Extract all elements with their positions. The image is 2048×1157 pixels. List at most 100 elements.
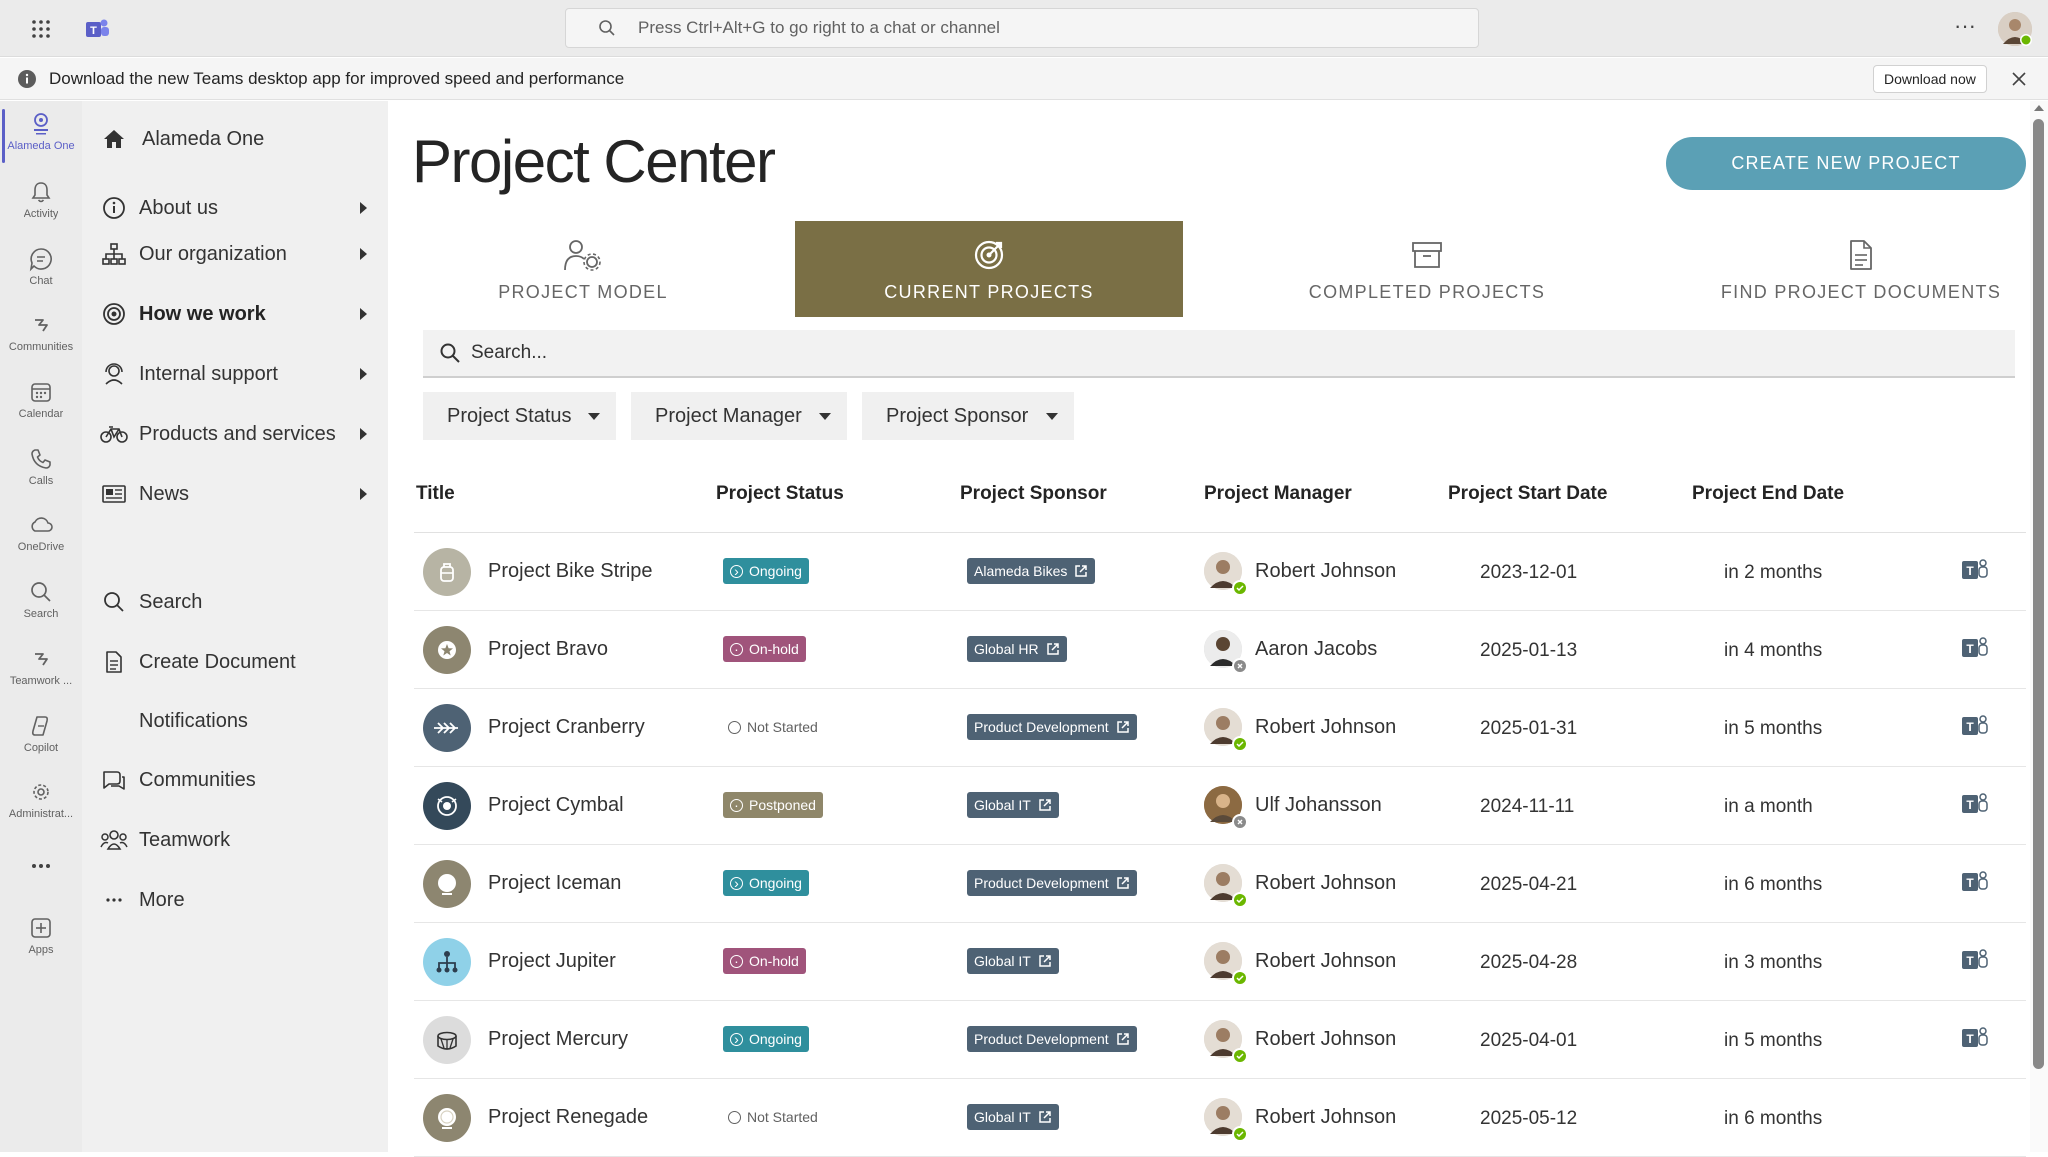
table-row[interactable]: Project Bike Stripe › Ongoing Alameda Bik… xyxy=(414,533,2026,611)
project-title[interactable]: Project Cranberry xyxy=(488,716,645,739)
scroll-up-arrow-icon[interactable] xyxy=(2034,105,2044,111)
user-avatar[interactable] xyxy=(1998,12,2032,46)
download-now-button[interactable]: Download now xyxy=(1873,65,1987,93)
rail-item-search[interactable]: Search xyxy=(0,575,82,639)
column-project-sponsor[interactable]: Project Sponsor xyxy=(960,483,1107,505)
rail-item-onedrive[interactable]: OneDrive xyxy=(0,508,82,572)
nav-item-create-document[interactable]: Create Document xyxy=(82,639,388,685)
column-title[interactable]: Title xyxy=(416,483,455,505)
sponsor-link[interactable]: Product Development xyxy=(967,1026,1137,1052)
page-scrollbar[interactable] xyxy=(2030,101,2048,1152)
close-icon[interactable] xyxy=(2008,68,2030,90)
rail-item-more[interactable] xyxy=(0,849,82,913)
filter-project-status[interactable]: Project Status xyxy=(423,392,616,440)
project-title[interactable]: Project Iceman xyxy=(488,872,621,895)
rail-label: Communities xyxy=(8,341,74,353)
nav-item-communities[interactable]: Communities xyxy=(82,757,388,803)
teams-channel-icon[interactable]: T xyxy=(1960,1025,1990,1053)
table-row[interactable]: Project Cranberry Not Started Product De… xyxy=(414,689,2026,767)
manager-name[interactable]: Robert Johnson xyxy=(1255,872,1396,895)
app-launcher-icon[interactable] xyxy=(28,16,54,42)
project-title[interactable]: Project Bike Stripe xyxy=(488,560,653,583)
table-row[interactable]: Project Renegade Not Started Global IT R… xyxy=(414,1079,2026,1157)
avatar[interactable] xyxy=(1204,864,1248,908)
manager-name[interactable]: Ulf Johansson xyxy=(1255,794,1382,817)
avatar[interactable] xyxy=(1204,942,1248,986)
project-title[interactable]: Project Mercury xyxy=(488,1028,628,1051)
manager-name[interactable]: Robert Johnson xyxy=(1255,950,1396,973)
nav-item-our-organization[interactable]: Our organization xyxy=(82,231,388,277)
rail-item-teamwork[interactable]: Teamwork ... xyxy=(0,642,82,706)
more-options-icon[interactable]: ··· xyxy=(1950,15,1980,40)
avatar[interactable] xyxy=(1204,1020,1248,1064)
table-row[interactable]: Project Bravo · On-hold Global HR Aaron J… xyxy=(414,611,2026,689)
project-title[interactable]: Project Cymbal xyxy=(488,794,624,817)
sponsor-link[interactable]: Alameda Bikes xyxy=(967,558,1096,584)
column-project-start-date[interactable]: Project Start Date xyxy=(1448,483,1607,505)
table-row[interactable]: Project Iceman › Ongoing Product Developm… xyxy=(414,845,2026,923)
column-project-status[interactable]: Project Status xyxy=(716,483,844,505)
filter-project-sponsor[interactable]: Project Sponsor xyxy=(862,392,1074,440)
tab-find-project-documents[interactable]: FIND PROJECT DOCUMENTS xyxy=(1659,221,2048,317)
avatar[interactable] xyxy=(1204,1098,1248,1142)
rail-item-chat[interactable]: Chat xyxy=(0,242,82,306)
avatar[interactable] xyxy=(1204,630,1248,674)
rail-item-copilot[interactable]: Copilot xyxy=(0,709,82,773)
tab-current-projects[interactable]: CURRENT PROJECTS xyxy=(795,221,1183,317)
nav-item-internal-support[interactable]: Internal support xyxy=(82,351,388,397)
manager-name[interactable]: Robert Johnson xyxy=(1255,1028,1396,1051)
teams-channel-icon[interactable]: T xyxy=(1960,713,1990,741)
project-title[interactable]: Project Bravo xyxy=(488,638,608,661)
manager-name[interactable]: Robert Johnson xyxy=(1255,560,1396,583)
column-project-end-date[interactable]: Project End Date xyxy=(1692,483,1844,505)
teams-channel-icon[interactable]: T xyxy=(1960,557,1990,585)
nav-item-about-us[interactable]: About us xyxy=(82,185,388,231)
nav-item-search[interactable]: Search xyxy=(82,579,388,625)
rail-item-alameda-one[interactable]: Alameda One xyxy=(0,107,82,171)
sponsor-link[interactable]: Global IT xyxy=(967,792,1059,818)
table-row[interactable]: Project Jupiter · On-hold Global IT Rober… xyxy=(414,923,2026,1001)
sponsor-link[interactable]: Product Development xyxy=(967,870,1137,896)
project-search-input[interactable]: Search... xyxy=(423,330,2015,378)
avatar[interactable] xyxy=(1204,552,1248,596)
nav-item-teamwork[interactable]: Teamwork xyxy=(82,817,388,863)
external-link-icon xyxy=(1046,643,1059,655)
table-row[interactable]: Project Mercury › Ongoing Product Develop… xyxy=(414,1001,2026,1079)
manager-name[interactable]: Robert Johnson xyxy=(1255,716,1396,739)
nav-item-how-we-work[interactable]: How we work xyxy=(82,291,388,337)
teams-channel-icon[interactable]: T xyxy=(1960,947,1990,975)
manager-name[interactable]: Aaron Jacobs xyxy=(1255,638,1377,661)
teams-logo-icon[interactable]: T xyxy=(82,14,112,44)
avatar[interactable] xyxy=(1204,786,1248,830)
rail-item-administration[interactable]: Administrat... xyxy=(0,775,82,839)
sponsor-link[interactable]: Global IT xyxy=(967,1104,1059,1130)
sponsor-link[interactable]: Global IT xyxy=(967,948,1059,974)
project-title[interactable]: Project Jupiter xyxy=(488,950,616,973)
nav-item-products-and-services[interactable]: Products and services xyxy=(82,411,388,457)
table-row[interactable]: Project Cymbal · Postponed Global IT Ulf … xyxy=(414,767,2026,845)
teams-channel-icon[interactable]: T xyxy=(1960,791,1990,819)
tab-completed-projects[interactable]: COMPLETED PROJECTS xyxy=(1237,221,1617,317)
rail-item-calendar[interactable]: Calendar xyxy=(0,375,82,439)
scroll-thumb[interactable] xyxy=(2033,119,2044,1069)
tab-project-model[interactable]: PROJECT MODEL xyxy=(423,221,743,317)
global-search-input[interactable]: Press Ctrl+Alt+G to go right to a chat o… xyxy=(565,8,1479,48)
nav-item-more[interactable]: More xyxy=(82,877,388,923)
sponsor-link[interactable]: Global HR xyxy=(967,636,1067,662)
manager-name[interactable]: Robert Johnson xyxy=(1255,1106,1396,1129)
nav-item-notifications[interactable]: Notifications xyxy=(82,698,388,744)
filter-project-manager[interactable]: Project Manager xyxy=(631,392,847,440)
teams-channel-icon[interactable]: T xyxy=(1960,635,1990,663)
rail-item-apps[interactable]: Apps xyxy=(0,911,82,975)
project-title[interactable]: Project Renegade xyxy=(488,1106,648,1129)
rail-item-calls[interactable]: Calls xyxy=(0,442,82,506)
avatar[interactable] xyxy=(1204,708,1248,752)
rail-item-activity[interactable]: Activity xyxy=(0,175,82,239)
teams-channel-icon[interactable]: T xyxy=(1960,869,1990,897)
rail-item-communities[interactable]: Communities xyxy=(0,308,82,372)
sponsor-link[interactable]: Product Development xyxy=(967,714,1137,740)
column-project-manager[interactable]: Project Manager xyxy=(1204,483,1352,505)
nav-item-alameda-one[interactable]: Alameda One xyxy=(82,116,388,162)
nav-item-news[interactable]: News xyxy=(82,471,388,517)
create-new-project-button[interactable]: CREATE NEW PROJECT xyxy=(1666,137,2026,190)
